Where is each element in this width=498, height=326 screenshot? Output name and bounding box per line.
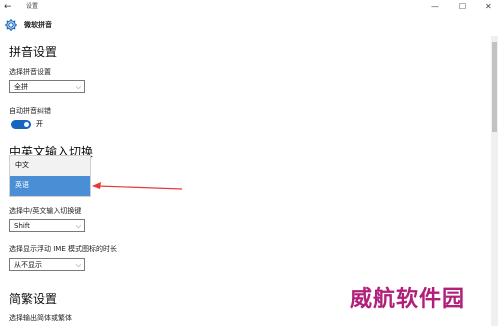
watermark-text: 威航软件园 — [350, 286, 466, 312]
window-title: 设置 — [26, 3, 39, 10]
app-header: 微软拼音 — [0, 14, 498, 36]
title-bar: ← 设置 — ☐ ✕ — [0, 0, 498, 14]
dropdown-option-english[interactable]: 英语 — [10, 176, 90, 196]
close-button[interactable]: ✕ — [485, 1, 492, 13]
chevron-down-icon: ⌵ — [75, 83, 81, 91]
option-label: 中文 — [15, 161, 29, 169]
maximize-button[interactable]: ☐ — [459, 1, 466, 13]
pinyin-mode-select[interactable]: 全拼 ⌵ — [9, 80, 85, 93]
switch-key-label: 选择中/英文输入切换键 — [9, 207, 82, 215]
option-label: 英语 — [15, 181, 29, 189]
vertical-scrollbar[interactable] — [491, 36, 498, 326]
ime-icon-duration-value: 从不显示 — [14, 261, 42, 269]
ime-icon-duration-select[interactable]: 从不显示 ⌵ — [9, 258, 85, 271]
scrollbar-thumb[interactable] — [492, 42, 497, 132]
minimize-button[interactable]: — — [431, 1, 439, 13]
fuzzy-correction-label: 自动拼音纠错 — [9, 107, 51, 115]
output-script-label: 选择输出简体或繁体 — [9, 314, 72, 322]
ime-icon-duration-label: 选择显示浮动 IME 模式图标的时长 — [9, 245, 117, 253]
switch-key-select[interactable]: Shift ⌵ — [9, 219, 85, 232]
pinyin-select-label: 选择拼音设置 — [9, 68, 51, 76]
annotation-arrow-icon — [92, 182, 183, 190]
traditional-simplified-heading: 简繁设置 — [9, 292, 58, 306]
switch-mode-dropdown[interactable]: 中文 英语 — [9, 155, 91, 197]
switch-key-value: Shift — [14, 222, 30, 230]
dropdown-option-chinese[interactable]: 中文 — [10, 156, 90, 176]
toggle-knob — [24, 122, 29, 127]
chevron-down-icon: ⌵ — [75, 222, 81, 230]
back-arrow-icon[interactable]: ← — [4, 1, 12, 13]
chevron-down-icon: ⌵ — [75, 261, 81, 269]
gear-icon — [4, 17, 18, 36]
toggle-state-label: 开 — [36, 120, 43, 128]
pinyin-mode-value: 全拼 — [14, 83, 28, 91]
fuzzy-correction-toggle[interactable] — [11, 120, 31, 129]
app-title: 微软拼音 — [24, 21, 52, 29]
pinyin-settings-heading: 拼音设置 — [9, 45, 58, 59]
